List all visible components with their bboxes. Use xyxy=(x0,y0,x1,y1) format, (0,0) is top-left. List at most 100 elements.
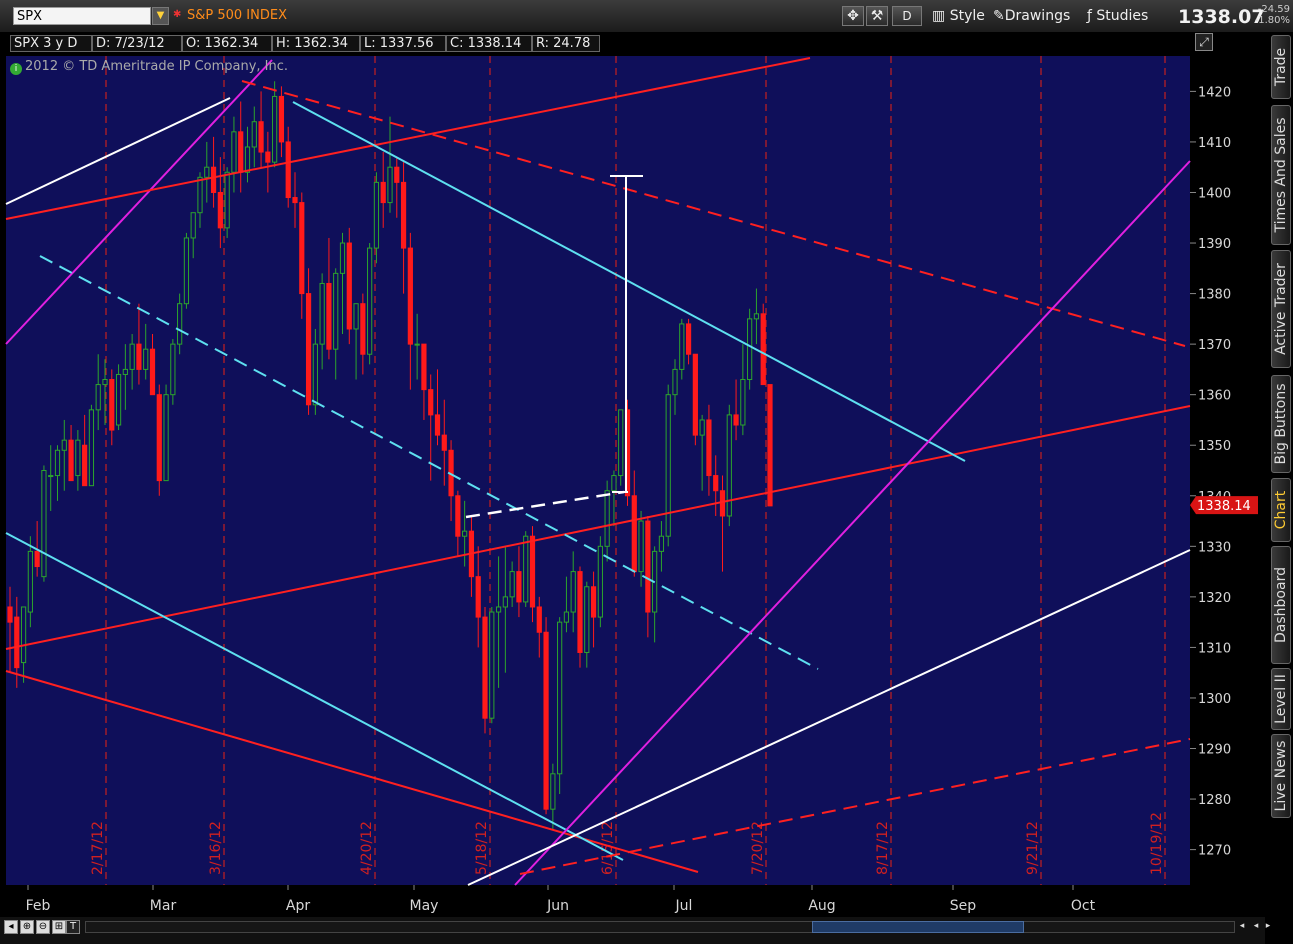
candle-body[interactable] xyxy=(685,323,692,355)
candle-body[interactable] xyxy=(760,313,766,386)
drawings-menu[interactable]: ✎Drawings xyxy=(993,6,1070,26)
candle-body[interactable] xyxy=(326,282,332,350)
side-tab-big-buttons[interactable]: Big Buttons xyxy=(1271,375,1291,473)
candle-body[interactable] xyxy=(238,131,244,173)
candle-body[interactable] xyxy=(516,571,522,603)
candle-body[interactable] xyxy=(706,419,712,477)
candle-body[interactable] xyxy=(258,121,264,153)
candle-body[interactable] xyxy=(61,439,67,451)
candle-body[interactable] xyxy=(713,475,719,492)
side-tab-chart[interactable]: Chart xyxy=(1271,478,1291,542)
candle-body[interactable] xyxy=(7,606,13,623)
candle-body[interactable] xyxy=(618,409,624,477)
candle-body[interactable] xyxy=(719,490,726,517)
candle-body[interactable] xyxy=(41,470,47,578)
candle-body[interactable] xyxy=(54,449,61,477)
candle-body[interactable] xyxy=(122,368,128,375)
chart-id[interactable]: SPX 3 y D xyxy=(10,35,92,52)
candle-body[interactable] xyxy=(68,439,74,482)
candle-body[interactable] xyxy=(143,348,149,370)
candle-body[interactable] xyxy=(82,444,88,487)
expand-icon[interactable]: ⊞ xyxy=(52,920,66,934)
candle-body[interactable] xyxy=(190,212,196,239)
candle-body[interactable] xyxy=(747,318,753,381)
text-icon[interactable]: T xyxy=(66,920,80,934)
side-tab-active-trader[interactable]: Active Trader xyxy=(1271,250,1291,368)
candle-body[interactable] xyxy=(14,616,20,669)
candle-body[interactable] xyxy=(210,166,217,193)
candle-body[interactable] xyxy=(590,586,597,618)
candle-body[interactable] xyxy=(767,384,773,507)
zoom-in-icon[interactable]: ⊕ xyxy=(20,920,34,934)
style-menu[interactable]: ▥ Style xyxy=(932,6,985,26)
scroll-end-icon[interactable]: ▸ xyxy=(1262,920,1274,933)
scroll-right-icon[interactable]: ◂ xyxy=(1250,920,1262,933)
candle-body[interactable] xyxy=(170,343,176,396)
candle-body[interactable] xyxy=(339,242,346,274)
candle-body[interactable] xyxy=(611,475,617,492)
candle-body[interactable] xyxy=(638,520,644,573)
candle-body[interactable] xyxy=(543,631,549,810)
arrow-icon[interactable]: ◂ xyxy=(4,920,18,934)
candle-body[interactable] xyxy=(645,520,651,613)
candle-body[interactable] xyxy=(699,419,705,436)
candle-body[interactable] xyxy=(380,181,386,204)
candle-body[interactable] xyxy=(88,409,95,487)
candle-body[interactable] xyxy=(523,535,529,603)
candle-body[interactable] xyxy=(20,606,27,664)
candle-body[interactable] xyxy=(244,146,251,173)
candle-body[interactable] xyxy=(434,414,441,436)
candle-body[interactable] xyxy=(441,434,447,451)
side-tab-times-and-sales[interactable]: Times And Sales xyxy=(1271,105,1291,245)
candle-body[interactable] xyxy=(95,384,101,411)
candle-body[interactable] xyxy=(753,313,760,320)
candle-body[interactable] xyxy=(224,171,230,229)
scroll-left-icon[interactable]: ◂ xyxy=(1236,920,1248,933)
candle-body[interactable] xyxy=(299,202,305,295)
candle-body[interactable] xyxy=(333,272,339,350)
candle-body[interactable] xyxy=(475,576,481,618)
candle-body[interactable] xyxy=(217,191,223,229)
candle-body[interactable] xyxy=(455,495,461,537)
candle-body[interactable] xyxy=(136,343,142,370)
candle-body[interactable] xyxy=(353,303,359,330)
candle-body[interactable] xyxy=(305,293,312,406)
candle-body[interactable] xyxy=(278,95,285,143)
candle-body[interactable] xyxy=(183,237,190,305)
candle-body[interactable] xyxy=(265,151,271,163)
candle-body[interactable] xyxy=(149,348,156,396)
candle-body[interactable] xyxy=(529,535,536,608)
candle-body[interactable] xyxy=(394,166,400,183)
resize-icon[interactable]: ⤢ xyxy=(1195,33,1213,51)
candle-body[interactable] xyxy=(577,571,583,653)
candle-body[interactable] xyxy=(367,247,373,355)
horizontal-scrollbar[interactable] xyxy=(85,921,1235,933)
candle-body[interactable] xyxy=(197,176,203,214)
scrollbar-thumb[interactable] xyxy=(812,921,1024,933)
candle-body[interactable] xyxy=(204,166,210,178)
candle-body[interactable] xyxy=(414,343,420,346)
candle-body[interactable] xyxy=(27,550,33,613)
info-icon[interactable]: i xyxy=(10,63,22,75)
candle-body[interactable] xyxy=(733,414,739,426)
candle-body[interactable] xyxy=(631,495,637,573)
candle-body[interactable] xyxy=(387,166,393,204)
period-button[interactable]: D xyxy=(892,6,922,26)
candle-body[interactable] xyxy=(428,389,434,416)
candle-body[interactable] xyxy=(312,343,318,406)
symbol-dropdown-icon[interactable]: ▼ xyxy=(152,7,169,25)
candle-body[interactable] xyxy=(400,181,407,249)
candle-body[interactable] xyxy=(75,439,81,477)
candle-body[interactable] xyxy=(550,773,556,810)
candle-body[interactable] xyxy=(272,95,278,163)
symbol-input[interactable]: SPX xyxy=(13,7,151,25)
side-tab-dashboard[interactable]: Dashboard xyxy=(1271,546,1291,664)
studies-menu[interactable]: ƒ Studies xyxy=(1087,6,1148,26)
price-chart[interactable]: 2/17/12 3/16/12 4/20/12 5/18/12 6/15/12 7/20/… xyxy=(0,54,1265,917)
candle-body[interactable] xyxy=(597,545,603,618)
symbol-settings-icon[interactable]: ✱ xyxy=(173,10,183,20)
candle-body[interactable] xyxy=(692,353,698,436)
candle-body[interactable] xyxy=(495,606,502,613)
candle-body[interactable] xyxy=(285,141,291,199)
wrench-icon[interactable]: ⚒ xyxy=(866,6,888,26)
